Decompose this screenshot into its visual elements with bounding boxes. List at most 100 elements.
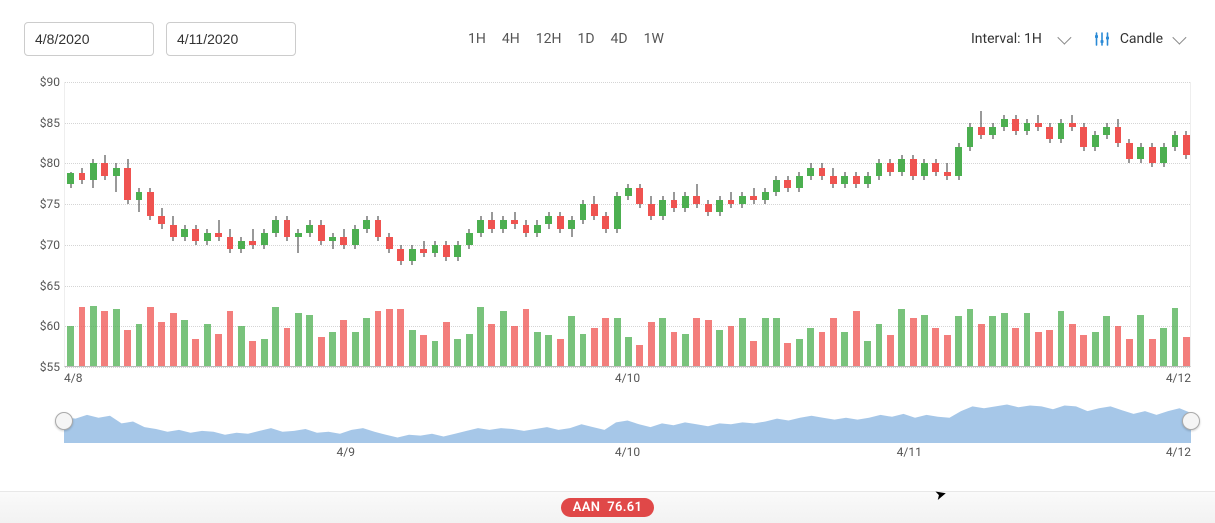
volume-bar	[944, 335, 951, 366]
volume-bar	[181, 320, 188, 366]
nav-x-tick-label: 4/11	[897, 445, 922, 459]
y-axis: $55$60$65$70$75$80$85$90	[24, 82, 60, 367]
volume-bar	[1115, 326, 1122, 366]
volume-bar	[67, 326, 74, 366]
volume-bar	[1172, 308, 1179, 366]
range-navigator[interactable]	[64, 399, 1191, 443]
volume-bar	[375, 311, 382, 366]
nav-x-tick-label: 4/10	[615, 445, 640, 459]
x-tick-label: 4/10	[615, 371, 640, 385]
volume-bar	[807, 328, 814, 366]
x-axis: 4/84/104/12	[64, 371, 1191, 387]
ticker-symbol: AAN	[573, 500, 600, 515]
volume-bar	[910, 318, 917, 366]
volume-bar	[602, 318, 609, 366]
volume-bar	[716, 330, 723, 366]
volume-bar	[796, 339, 803, 366]
range-btn-12h[interactable]: 12H	[536, 31, 562, 47]
volume-bar	[500, 311, 507, 366]
y-tick-label: $60	[40, 319, 60, 333]
volume-bar	[204, 324, 211, 366]
footer-bar: AAN 76.61	[0, 491, 1215, 523]
ticker-price: 76.61	[607, 500, 642, 515]
volume-bar	[249, 341, 256, 366]
navigator-handle-left[interactable]	[55, 412, 73, 430]
volume-bar	[295, 313, 302, 366]
volume-bar	[682, 334, 689, 366]
volume-bar	[409, 330, 416, 366]
volume-bar	[671, 332, 678, 366]
volume-bar	[1012, 328, 1019, 366]
volume-bar	[1092, 332, 1099, 366]
volume-bar	[967, 309, 974, 366]
volume-bar	[728, 326, 735, 366]
volume-bar	[147, 307, 154, 366]
grid-line	[65, 326, 1190, 327]
volume-bar	[397, 309, 404, 366]
volume-bar	[1126, 339, 1133, 366]
range-btn-4h[interactable]: 4H	[502, 31, 520, 47]
navigator-area[interactable]	[64, 399, 1191, 443]
range-btn-1d[interactable]: 1D	[577, 31, 594, 47]
volume-bar	[876, 324, 883, 366]
volume-bar	[705, 320, 712, 366]
ticker-badge[interactable]: AAN 76.61	[561, 498, 654, 517]
volume-bar	[1046, 330, 1053, 366]
volume-bar	[853, 311, 860, 366]
grid-line	[65, 123, 1190, 124]
nav-x-tick-label: 4/9	[337, 445, 355, 459]
volume-bar	[1035, 332, 1042, 366]
range-btn-4d[interactable]: 4D	[611, 31, 628, 47]
chevron-down-icon	[1172, 31, 1186, 45]
volume-bar	[557, 339, 564, 366]
date-from-input[interactable]	[24, 22, 154, 56]
plot-area[interactable]	[64, 82, 1191, 367]
volume-bar	[750, 341, 757, 366]
volume-bar	[170, 313, 177, 366]
volume-bar	[819, 332, 826, 366]
volume-bar	[386, 309, 393, 366]
interval-dropdown[interactable]: Interval: 1H	[971, 31, 1068, 47]
volume-bar	[523, 309, 530, 366]
volume-bar	[101, 311, 108, 366]
chart-type-dropdown[interactable]: Candle	[1094, 31, 1183, 47]
volume-bar	[636, 345, 643, 366]
volume-bar	[568, 316, 575, 366]
date-to-input[interactable]	[166, 22, 296, 56]
volume-bar	[762, 318, 769, 366]
grid-line	[65, 82, 1190, 83]
volume-bar	[591, 328, 598, 366]
volume-bar	[318, 337, 325, 366]
volume-bar	[1058, 311, 1065, 366]
volume-bar	[1160, 328, 1167, 366]
volume-bar	[90, 306, 97, 366]
chevron-down-icon	[1057, 31, 1071, 45]
y-tick-label: $70	[40, 238, 60, 252]
volume-bar	[1024, 313, 1031, 366]
volume-bar	[693, 318, 700, 366]
candlestick-chart[interactable]: $55$60$65$70$75$80$85$90	[24, 82, 1191, 367]
volume-bar	[227, 311, 234, 366]
volume-bar	[580, 334, 587, 366]
navigator-x-axis: 4/9 4/10 4/11 4/12	[64, 445, 1191, 461]
volume-bar	[1137, 315, 1144, 367]
grid-line	[65, 245, 1190, 246]
volume-bar	[340, 320, 347, 366]
volume-bar	[113, 309, 120, 366]
x-tick-label: 4/8	[64, 371, 82, 385]
y-tick-label: $75	[40, 197, 60, 211]
y-tick-label: $90	[40, 75, 60, 89]
volume-bar	[1149, 339, 1156, 366]
volume-bar	[454, 339, 461, 366]
range-btn-1w[interactable]: 1W	[644, 31, 664, 47]
volume-bar	[932, 328, 939, 366]
range-btn-1h[interactable]: 1H	[468, 31, 486, 47]
sliders-icon	[1094, 32, 1110, 46]
grid-line	[65, 163, 1190, 164]
volume-bar	[1069, 324, 1076, 366]
navigator-handle-right[interactable]	[1182, 412, 1200, 430]
y-tick-label: $65	[40, 279, 60, 293]
volume-bar	[864, 341, 871, 366]
volume-bar	[238, 326, 245, 366]
nav-x-tick-label: 4/12	[1166, 445, 1191, 459]
